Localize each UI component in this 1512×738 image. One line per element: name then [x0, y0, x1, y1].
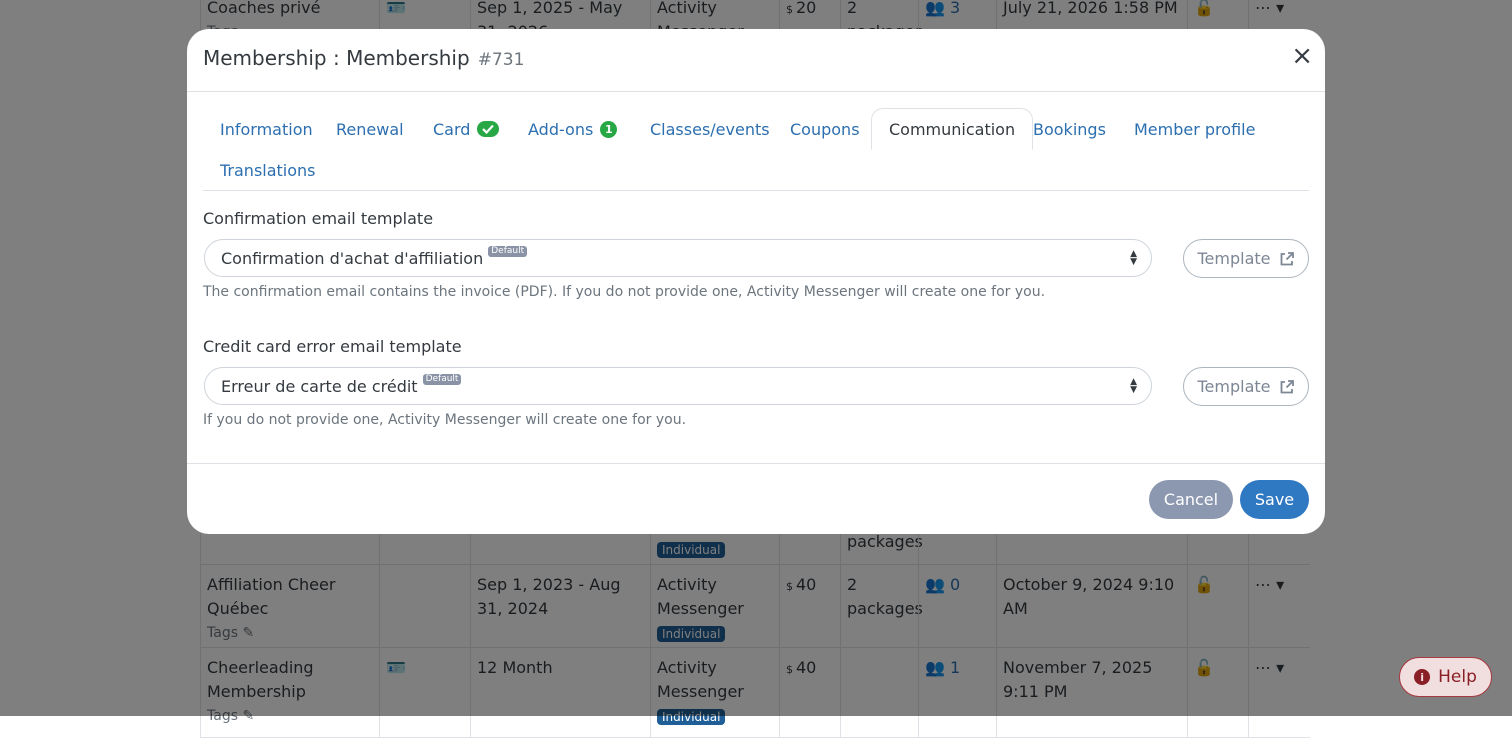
template-button-label: Template	[1197, 377, 1271, 396]
tab-coupons[interactable]: Coupons	[773, 108, 877, 150]
tab-add-ons[interactable]: Add-ons 1	[511, 108, 634, 150]
external-link-icon	[1280, 379, 1294, 393]
membership-id: #731	[477, 50, 525, 70]
tab-classes-events[interactable]: Classes/events	[633, 108, 787, 150]
info-icon: i	[1414, 669, 1431, 685]
close-icon[interactable]: ×	[1291, 43, 1313, 69]
help-label: Help	[1438, 667, 1477, 687]
select-arrows-icon: ▲ ▼	[1130, 249, 1137, 267]
check-icon	[477, 121, 500, 137]
tab-member-profile[interactable]: Member profile	[1117, 108, 1272, 150]
credit-error-template-label: Credit card error email template	[203, 337, 462, 356]
modal-title: Membership : Membership #731	[203, 46, 524, 70]
help-button[interactable]: i Help	[1399, 657, 1492, 697]
external-link-icon	[1280, 251, 1294, 265]
modal-footer: Cancel Save	[187, 463, 1325, 534]
confirmation-template-select[interactable]: Confirmation d'achat d'affiliation Defau…	[204, 239, 1152, 277]
tab-communication[interactable]: Communication	[871, 108, 1034, 150]
select-arrows-icon: ▲ ▼	[1130, 377, 1137, 395]
cancel-label: Cancel	[1163, 490, 1219, 509]
membership-modal: Membership : Membership #731 × Informatio…	[187, 29, 1325, 534]
tab-renewal[interactable]: Renewal	[319, 108, 421, 150]
tab-translations[interactable]: Translations	[203, 149, 333, 191]
default-badge: Default	[488, 245, 528, 257]
default-badge: Default	[422, 373, 462, 385]
add-ons-count-badge: 1	[600, 120, 618, 138]
credit-error-template-select[interactable]: Erreur de carte de crédit Default ▲ ▼	[204, 367, 1152, 405]
modal-title-text: Membership : Membership	[203, 46, 470, 70]
template-button-label: Template	[1197, 249, 1271, 268]
selected-value: Confirmation d'achat d'affiliation	[221, 248, 484, 268]
selected-value: Erreur de carte de crédit	[221, 376, 418, 396]
confirmation-template-help: The confirmation email contains the invo…	[203, 284, 1046, 300]
save-button[interactable]: Save	[1240, 480, 1309, 519]
modal-header: Membership : Membership #731 ×	[187, 29, 1325, 92]
tab-bookings[interactable]: Bookings	[1016, 108, 1123, 150]
credit-error-template-button[interactable]: Template	[1183, 367, 1309, 406]
cancel-button[interactable]: Cancel	[1149, 480, 1233, 519]
tab-information[interactable]: Information	[203, 108, 330, 150]
tab-bar: Information Renewal Card Add-ons 1 Class…	[203, 108, 1309, 191]
confirmation-template-label: Confirmation email template	[203, 209, 434, 228]
tab-card[interactable]: Card	[416, 108, 516, 150]
credit-error-template-help: If you do not provide one, Activity Mess…	[203, 412, 687, 428]
confirmation-template-button[interactable]: Template	[1183, 239, 1309, 278]
save-label: Save	[1254, 490, 1295, 509]
